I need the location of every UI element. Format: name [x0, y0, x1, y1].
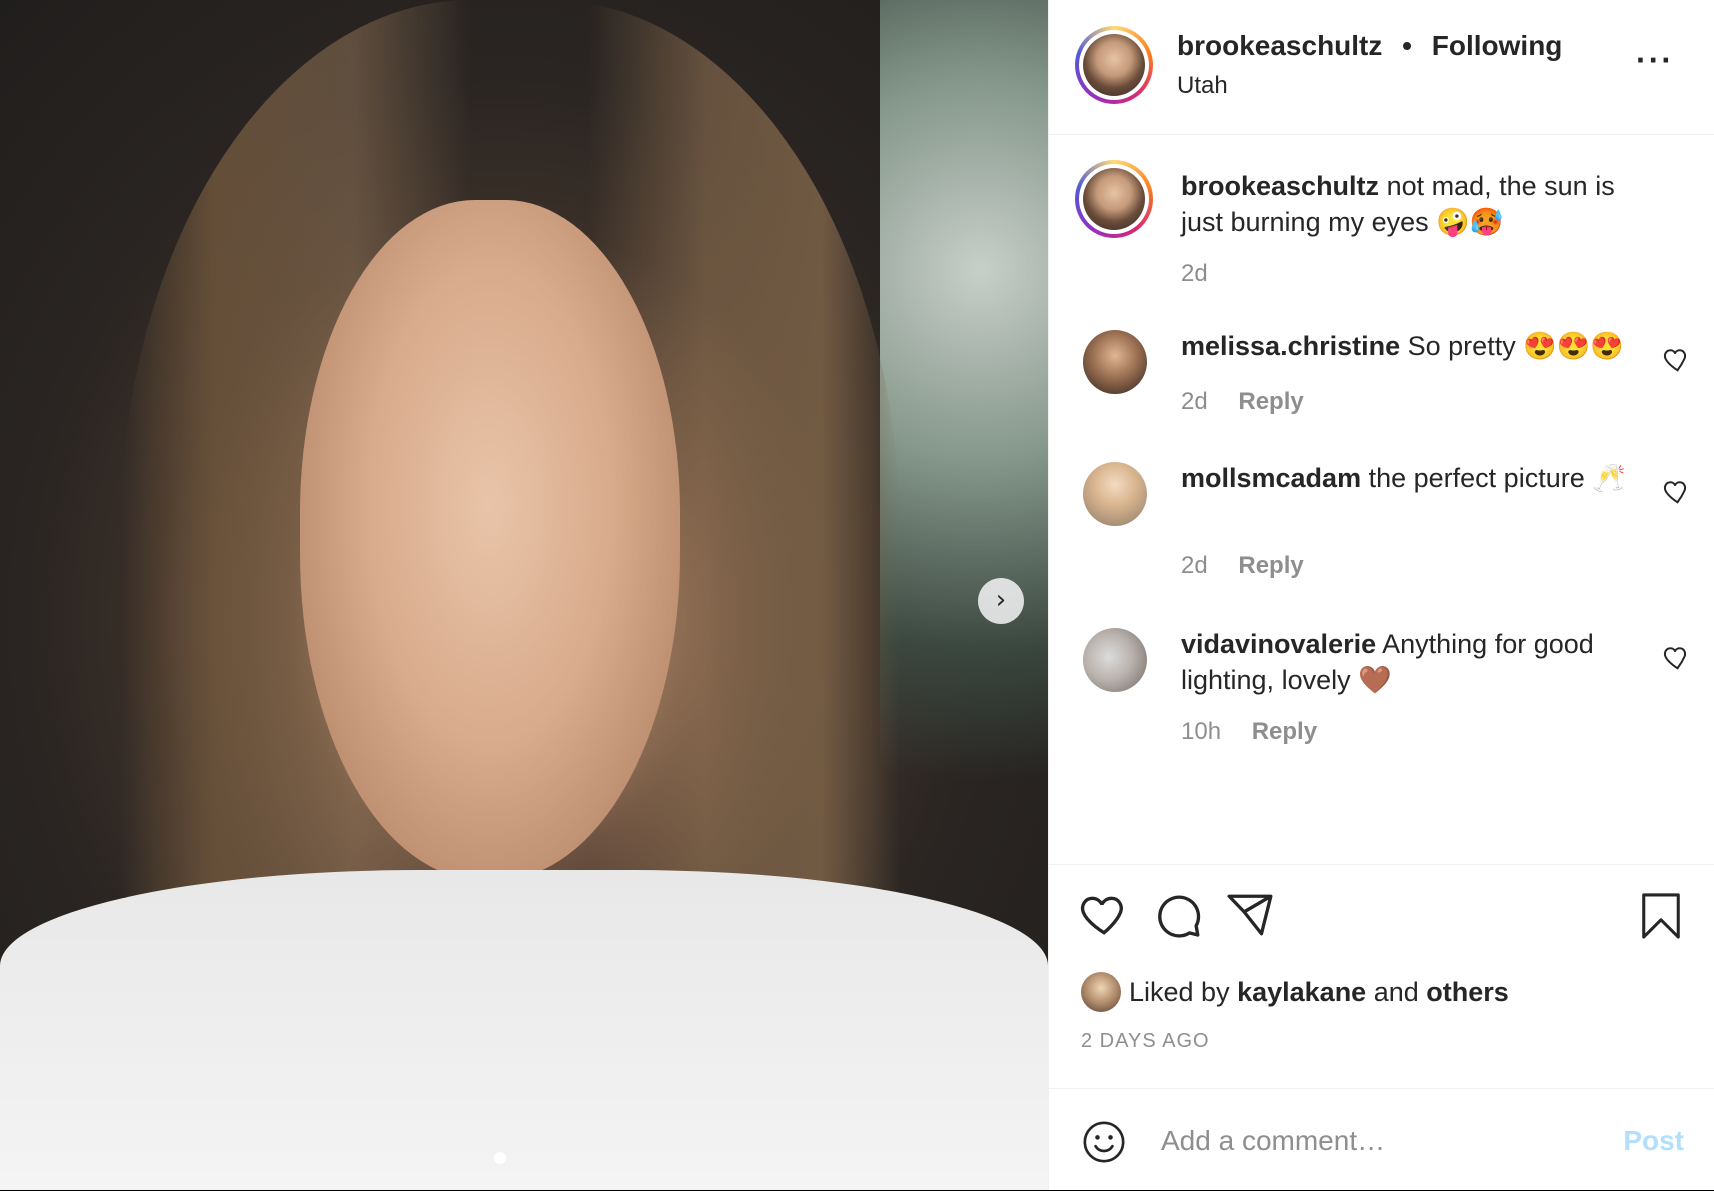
comment-bubble-icon[interactable] [1153, 890, 1203, 940]
location-link[interactable]: Utah [1177, 72, 1228, 100]
comment-text: the perfect picture 🥂 [1368, 463, 1626, 493]
reply-button[interactable]: Reply [1238, 552, 1303, 579]
photo-background-tree [880, 0, 1048, 900]
add-comment-input[interactable] [1159, 1115, 1603, 1167]
liked-by-user[interactable]: kaylakane [1237, 977, 1366, 1008]
comment-username[interactable]: mollsmcadam [1181, 463, 1361, 493]
carousel-dot [494, 1152, 506, 1164]
comment-time[interactable]: 2d [1181, 552, 1208, 579]
author-avatar[interactable] [1075, 26, 1153, 104]
comment-meta: 2d Reply [1181, 388, 1304, 416]
next-photo-chevron-icon[interactable]: › [978, 578, 1024, 624]
comments-list[interactable]: brookeaschultz not mad, the sun is just … [1049, 134, 1714, 865]
post-side-panel: brookeaschultz • Following Utah ··· broo… [1048, 0, 1714, 1190]
following-button[interactable]: Following [1432, 30, 1563, 61]
liker-avatar[interactable] [1081, 972, 1121, 1012]
comment-time[interactable]: 10h [1181, 718, 1221, 745]
share-paper-plane-icon[interactable] [1225, 890, 1275, 940]
caption-time-label[interactable]: 2d [1181, 260, 1208, 287]
posted-ago[interactable]: 2 DAYS AGO [1081, 1030, 1210, 1053]
post-comment-button[interactable]: Post [1623, 1125, 1684, 1157]
comment-text: So pretty 😍😍😍 [1407, 331, 1625, 361]
post-photo[interactable]: › [0, 0, 1048, 1190]
post-actions-bar [1079, 880, 1684, 950]
comment-like-heart-icon[interactable] [1660, 642, 1690, 672]
comment-like-heart-icon[interactable] [1660, 476, 1690, 506]
reply-button[interactable]: Reply [1252, 718, 1317, 745]
liked-by-prefix: Liked by [1129, 976, 1230, 1007]
liked-by-line: Liked by kaylakane and others [1081, 972, 1509, 1012]
emoji-smiley-icon[interactable] [1081, 1119, 1127, 1165]
comment-time[interactable]: 2d [1181, 388, 1208, 415]
add-comment-bar: Post [1049, 1088, 1714, 1191]
comment-meta: 2d Reply [1181, 552, 1304, 580]
commenter-avatar[interactable] [1083, 628, 1147, 692]
caption-text-block: brookeaschultz not mad, the sun is just … [1181, 168, 1641, 240]
caption-avatar-image [1083, 168, 1145, 230]
separator-dot: • [1402, 30, 1412, 61]
comment-text-block: mollsmcadam the perfect picture 🥂 [1181, 460, 1641, 496]
photo-face [300, 200, 680, 880]
liked-by-connector: and [1373, 976, 1419, 1007]
author-username[interactable]: brookeaschultz [1177, 30, 1382, 61]
commenter-avatar[interactable] [1083, 462, 1147, 526]
comment-meta: 10h Reply [1181, 718, 1317, 746]
caption-username[interactable]: brookeaschultz [1181, 171, 1379, 201]
caption-avatar[interactable] [1075, 160, 1153, 238]
reply-button[interactable]: Reply [1238, 388, 1303, 415]
comment-username[interactable]: melissa.christine [1181, 331, 1400, 361]
comment-like-heart-icon[interactable] [1660, 344, 1690, 374]
comment-username[interactable]: vidavinovalerie [1181, 629, 1376, 659]
caption-time: 2d [1181, 260, 1208, 288]
more-options-icon[interactable]: ··· [1636, 44, 1674, 76]
author-avatar-image [1083, 34, 1145, 96]
liked-by-others[interactable]: others [1426, 977, 1509, 1008]
post-header: brookeaschultz • Following Utah ··· [1049, 0, 1714, 135]
author-line: brookeaschultz • Following [1177, 30, 1562, 62]
save-bookmark-icon[interactable] [1638, 890, 1684, 942]
photo-shirt [0, 870, 1048, 1190]
like-heart-icon[interactable] [1079, 890, 1129, 940]
comment-text-block: melissa.christine So pretty 😍😍😍 [1181, 328, 1641, 364]
comment-text-block: vidavinovalerie Anything for good lighti… [1181, 626, 1641, 698]
commenter-avatar[interactable] [1083, 330, 1147, 394]
